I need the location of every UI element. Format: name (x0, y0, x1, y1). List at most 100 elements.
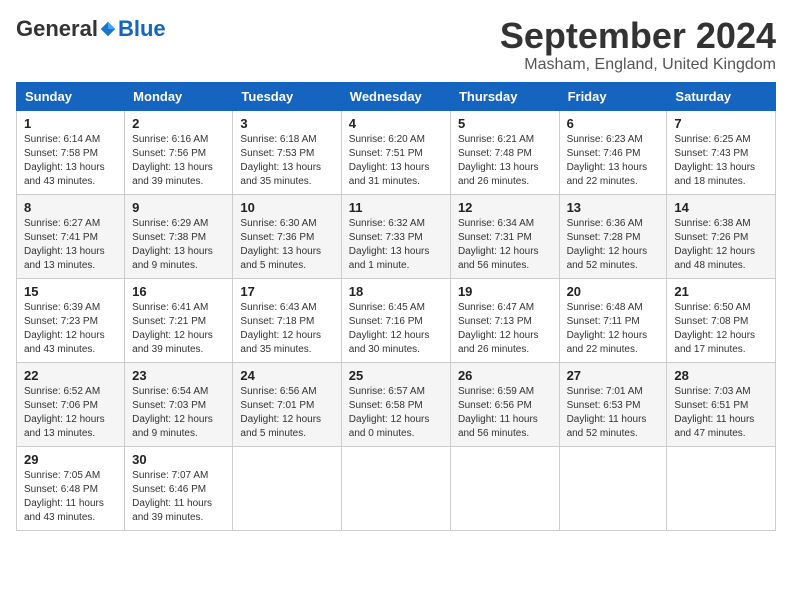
day-info: Sunrise: 6:20 AMSunset: 7:51 PMDaylight:… (349, 133, 443, 189)
calendar-week-4: 22 Sunrise: 6:52 AMSunset: 7:06 PMDayligh… (17, 362, 776, 446)
day-number: 11 (349, 200, 443, 215)
calendar-cell (559, 446, 667, 530)
calendar-cell (233, 446, 341, 530)
location-title: Masham, England, United Kingdom (500, 56, 776, 74)
col-header-tuesday: Tuesday (233, 82, 341, 110)
day-number: 3 (240, 116, 333, 131)
day-info: Sunrise: 6:14 AMSunset: 7:58 PMDaylight:… (24, 133, 117, 189)
day-number: 5 (458, 116, 552, 131)
calendar-week-1: 1Sunrise: 6:14 AMSunset: 7:58 PMDaylight… (17, 110, 776, 194)
day-info: Sunrise: 6:32 AMSunset: 7:33 PMDaylight:… (349, 217, 443, 273)
day-info: Sunrise: 6:27 AMSunset: 7:41 PMDaylight:… (24, 217, 117, 273)
header: General Blue September 2024 Masham, Engl… (16, 16, 776, 74)
calendar-table: SundayMondayTuesdayWednesdayThursdayFrid… (16, 82, 776, 531)
day-number: 7 (674, 116, 768, 131)
day-info: Sunrise: 6:18 AMSunset: 7:53 PMDaylight:… (240, 133, 333, 189)
calendar-cell: 1Sunrise: 6:14 AMSunset: 7:58 PMDaylight… (17, 110, 125, 194)
col-header-wednesday: Wednesday (341, 82, 450, 110)
calendar-cell: 18 Sunrise: 6:45 AMSunset: 7:16 PMDayligh… (341, 278, 450, 362)
calendar-cell: 16Sunrise: 6:41 AMSunset: 7:21 PMDayligh… (125, 278, 233, 362)
day-number: 26 (458, 368, 552, 383)
day-number: 18 (349, 284, 443, 299)
day-number: 2 (132, 116, 225, 131)
day-info: Sunrise: 7:01 AMSunset: 6:53 PMDaylight:… (567, 385, 660, 441)
calendar-cell: 12 Sunrise: 6:34 AMSunset: 7:31 PMDayligh… (450, 194, 559, 278)
calendar-cell (341, 446, 450, 530)
col-header-monday: Monday (125, 82, 233, 110)
day-number: 21 (674, 284, 768, 299)
col-header-thursday: Thursday (450, 82, 559, 110)
calendar-cell: 14Sunrise: 6:38 AMSunset: 7:26 PMDayligh… (667, 194, 776, 278)
logo: General Blue (16, 16, 166, 42)
day-number: 20 (567, 284, 660, 299)
day-info: Sunrise: 6:41 AMSunset: 7:21 PMDaylight:… (132, 301, 225, 357)
day-info: Sunrise: 6:36 AMSunset: 7:28 PMDaylight:… (567, 217, 660, 273)
day-info: Sunrise: 6:59 AMSunset: 6:56 PMDaylight:… (458, 385, 552, 441)
calendar-cell: 19 Sunrise: 6:47 AMSunset: 7:13 PMDayligh… (450, 278, 559, 362)
col-header-saturday: Saturday (667, 82, 776, 110)
day-info: Sunrise: 6:56 AMSunset: 7:01 PMDaylight:… (240, 385, 333, 441)
calendar-cell: 26 Sunrise: 6:59 AMSunset: 6:56 PMDayligh… (450, 362, 559, 446)
calendar-cell: 9Sunrise: 6:29 AMSunset: 7:38 PMDaylight… (125, 194, 233, 278)
day-number: 8 (24, 200, 117, 215)
day-info: Sunrise: 6:16 AMSunset: 7:56 PMDaylight:… (132, 133, 225, 189)
calendar-cell: 25 Sunrise: 6:57 AMSunset: 6:58 PMDayligh… (341, 362, 450, 446)
calendar-cell: 15Sunrise: 6:39 AMSunset: 7:23 PMDayligh… (17, 278, 125, 362)
calendar-cell: 4Sunrise: 6:20 AMSunset: 7:51 PMDaylight… (341, 110, 450, 194)
calendar-cell: 29 Sunrise: 7:05 AMSunset: 6:48 PMDayligh… (17, 446, 125, 530)
calendar-cell: 2 Sunrise: 6:16 AMSunset: 7:56 PMDaylight… (125, 110, 233, 194)
day-info: Sunrise: 6:39 AMSunset: 7:23 PMDaylight:… (24, 301, 117, 357)
calendar-week-5: 29 Sunrise: 7:05 AMSunset: 6:48 PMDayligh… (17, 446, 776, 530)
calendar-cell: 17 Sunrise: 6:43 AMSunset: 7:18 PMDayligh… (233, 278, 341, 362)
day-info: Sunrise: 6:29 AMSunset: 7:38 PMDaylight:… (132, 217, 225, 273)
calendar-cell: 28 Sunrise: 7:03 AMSunset: 6:51 PMDayligh… (667, 362, 776, 446)
day-info: Sunrise: 7:05 AMSunset: 6:48 PMDaylight:… (24, 469, 117, 525)
day-number: 27 (567, 368, 660, 383)
logo-general-text: General (16, 16, 98, 42)
calendar-cell: 21 Sunrise: 6:50 AMSunset: 7:08 PMDayligh… (667, 278, 776, 362)
day-number: 19 (458, 284, 552, 299)
calendar-cell: 8 Sunrise: 6:27 AMSunset: 7:41 PMDaylight… (17, 194, 125, 278)
title-area: September 2024 Masham, England, United K… (500, 16, 776, 74)
day-number: 22 (24, 368, 117, 383)
calendar-cell (667, 446, 776, 530)
day-info: Sunrise: 6:50 AMSunset: 7:08 PMDaylight:… (674, 301, 768, 357)
col-header-friday: Friday (559, 82, 667, 110)
day-info: Sunrise: 6:47 AMSunset: 7:13 PMDaylight:… (458, 301, 552, 357)
day-info: Sunrise: 6:23 AMSunset: 7:46 PMDaylight:… (567, 133, 660, 189)
day-info: Sunrise: 6:21 AMSunset: 7:48 PMDaylight:… (458, 133, 552, 189)
day-number: 13 (567, 200, 660, 215)
day-number: 10 (240, 200, 333, 215)
day-number: 23 (132, 368, 225, 383)
calendar-cell: 11 Sunrise: 6:32 AMSunset: 7:33 PMDayligh… (341, 194, 450, 278)
day-number: 28 (674, 368, 768, 383)
day-info: Sunrise: 6:54 AMSunset: 7:03 PMDaylight:… (132, 385, 225, 441)
calendar-week-3: 15Sunrise: 6:39 AMSunset: 7:23 PMDayligh… (17, 278, 776, 362)
month-title: September 2024 (500, 16, 776, 56)
day-info: Sunrise: 6:34 AMSunset: 7:31 PMDaylight:… (458, 217, 552, 273)
day-number: 25 (349, 368, 443, 383)
day-info: Sunrise: 6:43 AMSunset: 7:18 PMDaylight:… (240, 301, 333, 357)
day-info: Sunrise: 6:48 AMSunset: 7:11 PMDaylight:… (567, 301, 660, 357)
calendar-cell: 20 Sunrise: 6:48 AMSunset: 7:11 PMDayligh… (559, 278, 667, 362)
day-number: 24 (240, 368, 333, 383)
logo-icon (99, 20, 117, 38)
day-number: 12 (458, 200, 552, 215)
day-info: Sunrise: 6:25 AMSunset: 7:43 PMDaylight:… (674, 133, 768, 189)
day-info: Sunrise: 6:52 AMSunset: 7:06 PMDaylight:… (24, 385, 117, 441)
day-number: 29 (24, 452, 117, 467)
calendar-cell: 7 Sunrise: 6:25 AMSunset: 7:43 PMDaylight… (667, 110, 776, 194)
calendar-cell: 5 Sunrise: 6:21 AMSunset: 7:48 PMDaylight… (450, 110, 559, 194)
day-number: 17 (240, 284, 333, 299)
day-info: Sunrise: 6:38 AMSunset: 7:26 PMDaylight:… (674, 217, 768, 273)
day-info: Sunrise: 7:03 AMSunset: 6:51 PMDaylight:… (674, 385, 768, 441)
day-info: Sunrise: 6:30 AMSunset: 7:36 PMDaylight:… (240, 217, 333, 273)
calendar-cell (450, 446, 559, 530)
calendar-cell: 27 Sunrise: 7:01 AMSunset: 6:53 PMDayligh… (559, 362, 667, 446)
col-header-sunday: Sunday (17, 82, 125, 110)
calendar-cell: 23 Sunrise: 6:54 AMSunset: 7:03 PMDayligh… (125, 362, 233, 446)
calendar-cell: 13 Sunrise: 6:36 AMSunset: 7:28 PMDayligh… (559, 194, 667, 278)
day-info: Sunrise: 6:45 AMSunset: 7:16 PMDaylight:… (349, 301, 443, 357)
day-info: Sunrise: 6:57 AMSunset: 6:58 PMDaylight:… (349, 385, 443, 441)
calendar-week-2: 8 Sunrise: 6:27 AMSunset: 7:41 PMDaylight… (17, 194, 776, 278)
